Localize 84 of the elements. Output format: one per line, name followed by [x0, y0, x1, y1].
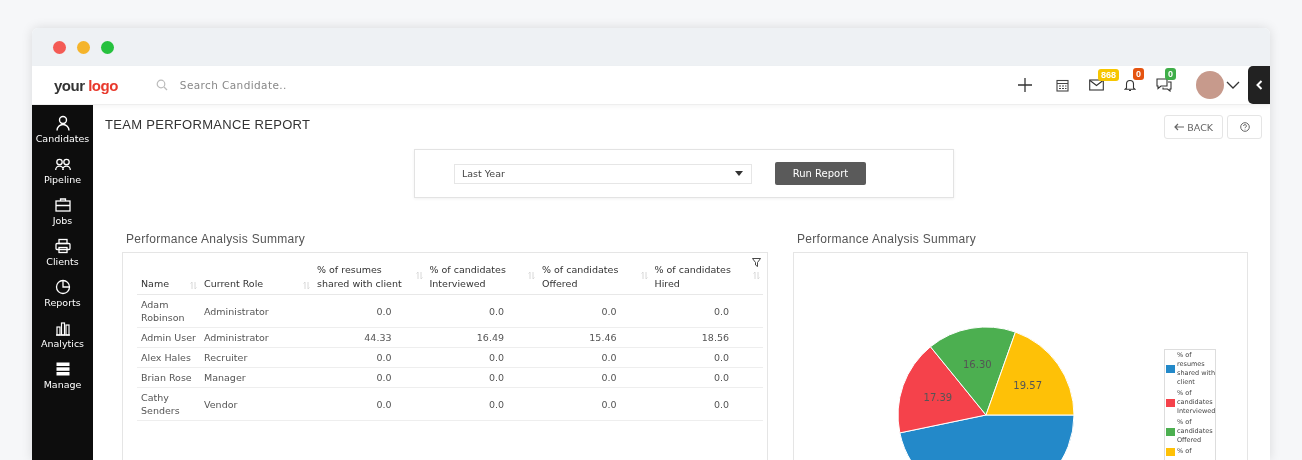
count-badge: 868 — [1098, 69, 1120, 81]
section-title: Performance Analysis Summary — [126, 232, 307, 246]
table-cell: 0.0 — [650, 367, 763, 388]
table-cell: Administrator — [200, 294, 313, 328]
table-cell: 0.0 — [538, 294, 651, 328]
chat-icon[interactable] — [1156, 78, 1172, 92]
table-cell: 0.0 — [313, 387, 426, 421]
filter-icon[interactable] — [752, 258, 761, 267]
mail-icon[interactable] — [1089, 79, 1104, 91]
table-cell: Brian Rose — [137, 367, 200, 388]
table-cell: Vendor — [200, 387, 313, 421]
table-cell: 0.0 — [425, 387, 538, 421]
table-cell: Recruiter — [200, 347, 313, 368]
table-cell: 16.49 — [425, 327, 538, 348]
chevron-left-icon[interactable] — [1255, 80, 1263, 90]
maximize-icon[interactable] — [101, 40, 114, 54]
logo[interactable]: your logo — [54, 76, 118, 94]
table-cell: Manager — [200, 367, 313, 388]
sidebar-item[interactable]: Reports — [32, 279, 93, 320]
table-cell: 15.46 — [538, 327, 651, 348]
search-icon — [155, 79, 168, 91]
table-cell: Administrator — [200, 327, 313, 348]
legend-swatch — [1166, 398, 1175, 407]
table-cell: Admin User — [137, 327, 200, 348]
person-icon — [54, 115, 71, 131]
chevron-down-icon[interactable] — [1226, 81, 1240, 89]
page-title: TEAM PERFORMANCE REPORT — [105, 117, 311, 132]
table-cell: 0.0 — [650, 387, 763, 421]
table-cell: 0.0 — [650, 294, 763, 328]
briefcase-icon — [54, 197, 71, 213]
table-cell: 44.33 — [313, 327, 426, 348]
help-button[interactable] — [1227, 115, 1262, 139]
caret-icon — [735, 171, 743, 176]
slice-label: 17.39 — [923, 391, 953, 403]
column-header[interactable]: Current Role — [204, 276, 266, 290]
table-cell: 0.0 — [538, 347, 651, 368]
back-button[interactable]: BACK — [1164, 115, 1223, 139]
table-cell: 0.0 — [313, 347, 426, 368]
legend-swatch — [1166, 447, 1175, 456]
minimize-icon[interactable] — [77, 40, 90, 54]
column-header[interactable]: % of candidates Offered — [542, 263, 637, 290]
close-icon[interactable] — [53, 40, 66, 54]
printer-icon — [54, 238, 71, 254]
count-badge: 0 — [1133, 68, 1144, 80]
column-header[interactable]: Name — [141, 276, 172, 290]
server-icon — [54, 361, 71, 377]
run-report-button[interactable]: Run Report — [775, 162, 866, 185]
sidebar-item[interactable]: Clients — [32, 238, 93, 279]
table-cell: 0.0 — [313, 367, 426, 388]
column-header[interactable]: % of resumes shared with client — [317, 263, 412, 290]
section-title: Performance Analysis Summary — [797, 232, 978, 246]
collapse-tab[interactable] — [1248, 66, 1270, 104]
sidebar-item[interactable]: Analytics — [32, 320, 93, 361]
table-cell: Alex Hales — [137, 347, 200, 368]
sidebar-item[interactable]: Manage — [32, 361, 93, 402]
table-cell: 0.0 — [538, 367, 651, 388]
table-cell: Adam Robinson — [137, 294, 200, 328]
sidebar-item[interactable]: Jobs — [32, 197, 93, 238]
table-cell: 0.0 — [425, 347, 538, 368]
slice-label: 19.57 — [1013, 379, 1042, 391]
pie-chart-icon — [54, 279, 71, 295]
calendar-icon[interactable] — [1056, 78, 1069, 92]
arrow-left-icon — [1174, 123, 1185, 131]
sidebar-item[interactable]: Pipeline — [32, 156, 93, 197]
legend-swatch — [1166, 427, 1175, 436]
slice-label: 16.30 — [963, 358, 992, 370]
column-header[interactable]: % of candidates Hired — [654, 263, 749, 290]
sidebar-item[interactable]: Candidates — [32, 115, 93, 156]
table-cell: 18.56 — [650, 327, 763, 348]
plus-icon[interactable] — [1018, 78, 1032, 92]
table-cell: 0.0 — [425, 294, 538, 328]
table-cell: 0.0 — [313, 294, 426, 328]
legend-swatch — [1166, 365, 1175, 373]
bar-chart-icon — [54, 320, 71, 336]
bell-icon[interactable] — [1124, 78, 1136, 92]
column-header[interactable]: % of candidates Interviewed — [429, 263, 524, 290]
table-cell: 0.0 — [425, 367, 538, 388]
period-dropdown[interactable]: Last Year — [454, 163, 752, 184]
count-badge: 0 — [1165, 68, 1176, 80]
table-cell: 0.0 — [538, 387, 651, 421]
people-icon — [54, 156, 71, 172]
table-cell: Cathy Senders — [137, 387, 200, 421]
table-cell: 0.0 — [650, 347, 763, 368]
help-icon — [1239, 122, 1250, 132]
